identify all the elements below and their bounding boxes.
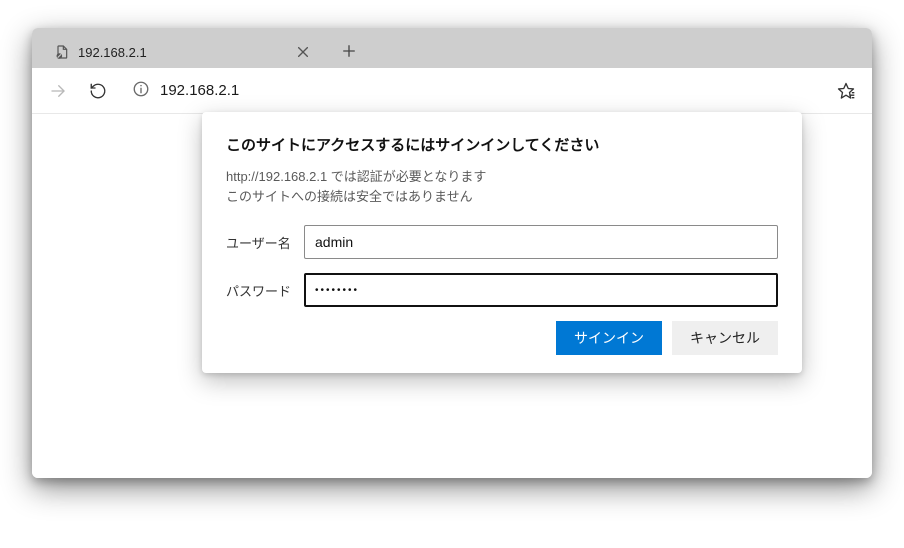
password-input[interactable] bbox=[304, 273, 778, 307]
forward-button[interactable] bbox=[40, 73, 76, 109]
dialog-sub-line1: http://192.168.2.1 では認証が必要となります bbox=[226, 167, 778, 187]
refresh-button[interactable] bbox=[80, 73, 116, 109]
new-tab-button[interactable] bbox=[332, 34, 366, 68]
site-info-icon[interactable] bbox=[132, 80, 150, 102]
close-icon[interactable] bbox=[296, 45, 310, 59]
dialog-sub-line2: このサイトへの接続は安全ではありません bbox=[226, 187, 778, 207]
tab-strip: 192.168.2.1 bbox=[32, 28, 872, 68]
password-label: パスワード bbox=[226, 281, 304, 300]
page-blocked-icon bbox=[54, 44, 70, 60]
tab-title: 192.168.2.1 bbox=[78, 45, 147, 60]
toolbar: 192.168.2.1 bbox=[32, 68, 872, 114]
username-label: ユーザー名 bbox=[226, 233, 304, 252]
browser-window: 192.168.2.1 bbox=[32, 28, 872, 478]
auth-dialog: このサイトにアクセスするにはサインインしてください http://192.168… bbox=[202, 112, 802, 373]
dialog-subtitle: http://192.168.2.1 では認証が必要となります このサイトへの接… bbox=[226, 167, 778, 207]
signin-button[interactable]: サインイン bbox=[556, 321, 662, 355]
browser-tab[interactable]: 192.168.2.1 bbox=[42, 36, 322, 68]
favorites-button[interactable] bbox=[828, 73, 864, 109]
address-bar[interactable]: 192.168.2.1 bbox=[124, 74, 820, 108]
username-input[interactable] bbox=[304, 225, 778, 259]
dialog-title: このサイトにアクセスするにはサインインしてください bbox=[226, 134, 778, 155]
page-content: このサイトにアクセスするにはサインインしてください http://192.168… bbox=[32, 114, 872, 478]
address-bar-url: 192.168.2.1 bbox=[160, 82, 239, 99]
cancel-button[interactable]: キャンセル bbox=[672, 321, 778, 355]
